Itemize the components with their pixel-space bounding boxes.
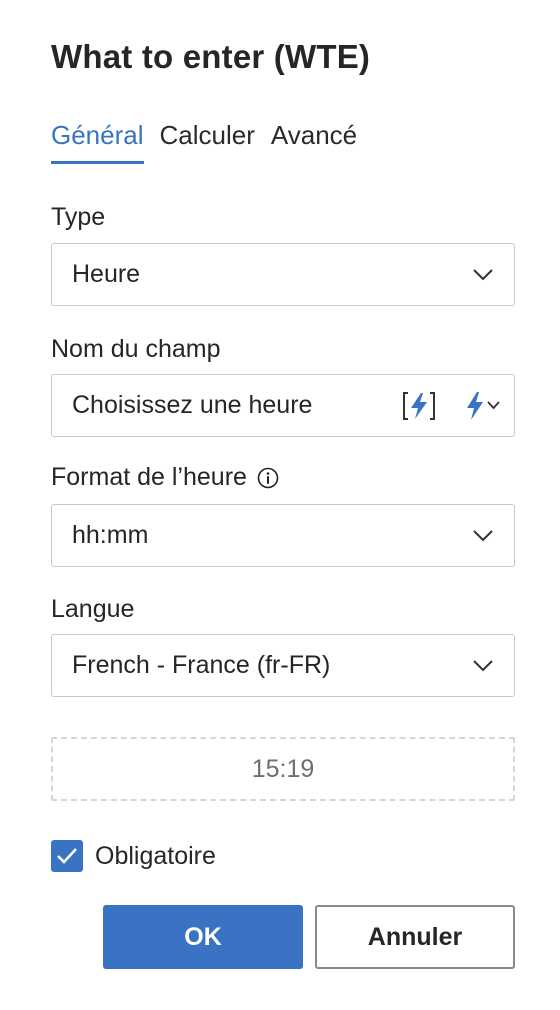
- dynamic-field-icon[interactable]: [401, 390, 437, 422]
- language-label-text: Langue: [51, 595, 135, 623]
- tab-bar: Général Calculer Avancé: [51, 118, 357, 164]
- lightning-icon: [467, 391, 483, 420]
- time-preview-value: 15:19: [251, 754, 315, 783]
- type-label: Type: [51, 203, 105, 232]
- field-name-placeholder: Choisissez une heure: [72, 391, 313, 419]
- chevron-down-icon: [487, 401, 500, 410]
- field-name-select[interactable]: Choisissez une heure: [51, 374, 515, 437]
- time-format-label-text: Format de l’heure: [51, 463, 247, 491]
- field-name-label-text: Nom du champ: [51, 335, 221, 363]
- tab-general[interactable]: Général: [51, 118, 144, 164]
- time-format-select[interactable]: hh:mm: [51, 504, 515, 567]
- type-select[interactable]: Heure: [51, 243, 515, 306]
- checkmark-icon: [57, 848, 77, 864]
- tab-avance[interactable]: Avancé: [271, 118, 357, 164]
- type-select-value: Heure: [72, 260, 141, 288]
- chevron-down-icon: [473, 529, 493, 541]
- ok-button[interactable]: OK: [103, 905, 303, 969]
- info-icon[interactable]: [257, 467, 279, 489]
- language-select[interactable]: French - France (fr-FR): [51, 634, 515, 697]
- dialog-title: What to enter (WTE): [51, 38, 371, 75]
- required-checkbox-row[interactable]: Obligatoire: [51, 840, 216, 872]
- time-format-value: hh:mm: [72, 521, 149, 549]
- language-value: French - France (fr-FR): [72, 651, 331, 679]
- field-name-label: Nom du champ: [51, 335, 221, 364]
- chevron-down-icon: [473, 268, 493, 280]
- tab-calculer[interactable]: Calculer: [160, 118, 255, 164]
- time-preview: 15:19: [51, 737, 515, 801]
- type-label-text: Type: [51, 203, 106, 231]
- chevron-down-icon: [473, 659, 493, 671]
- cancel-button[interactable]: Annuler: [315, 905, 515, 969]
- insert-field-dropdown[interactable]: [465, 391, 500, 421]
- required-label: Obligatoire: [95, 841, 216, 870]
- language-label: Langue: [51, 595, 134, 624]
- field-name-icons: [401, 390, 500, 422]
- time-format-label: Format de l’heure: [51, 463, 279, 492]
- required-checkbox[interactable]: [51, 840, 83, 872]
